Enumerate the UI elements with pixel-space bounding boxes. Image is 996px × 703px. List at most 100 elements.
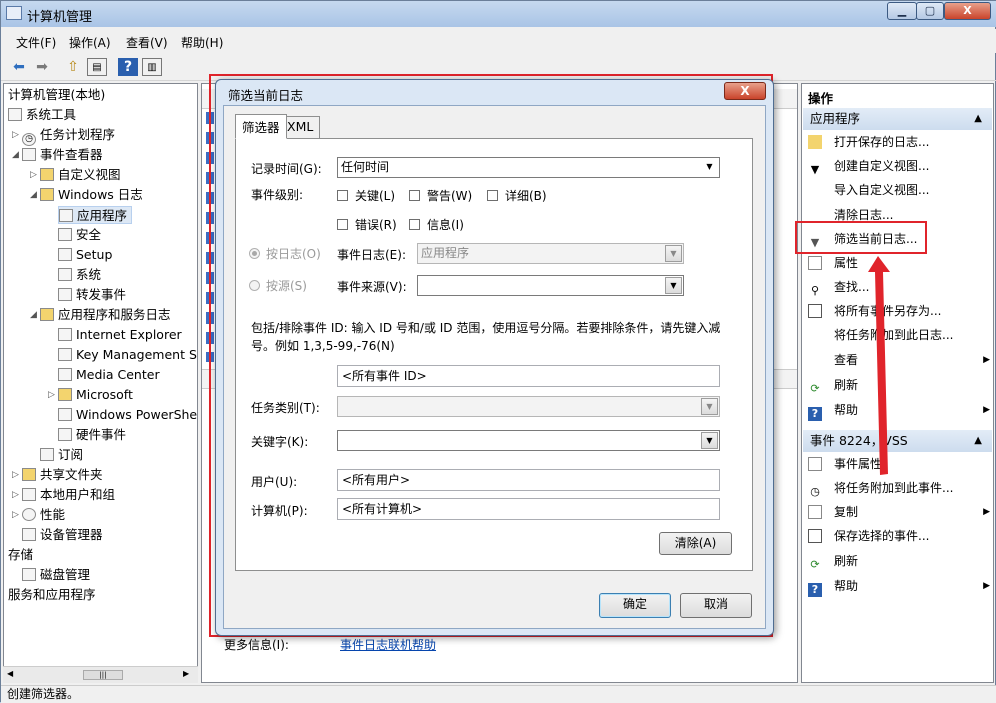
radio-by-source[interactable]: 按源(S) [249, 277, 307, 294]
up-folder-icon[interactable]: ⇧ [63, 58, 83, 76]
expand-icon[interactable]: ▷ [12, 470, 19, 480]
tree-item[interactable]: 服务和应用程序 [8, 586, 96, 604]
tree-item[interactable]: 转发事件 [58, 286, 126, 304]
tree-item[interactable]: Internet Explorer [58, 326, 182, 344]
back-icon[interactable]: ⬅ [9, 58, 29, 76]
tree-item[interactable]: 硬件事件 [58, 426, 126, 444]
log-icon [58, 328, 72, 341]
chevron-down-icon: ▼ [701, 432, 718, 449]
ok-button[interactable]: 确定 [599, 593, 671, 618]
tree-item[interactable]: 设备管理器 [22, 526, 103, 544]
annotation-arrow [868, 256, 890, 475]
logged-select[interactable]: 任何时间 ▼ [337, 157, 720, 178]
tree-item[interactable]: 磁盘管理 [22, 566, 90, 584]
tree-item[interactable]: 事件查看器 [22, 146, 103, 164]
action-import-custom-view[interactable]: 导入自定义视图... [808, 180, 929, 200]
tree-horizontal-scrollbar[interactable]: ◀ ||| ▶ [3, 666, 198, 683]
tree-item[interactable]: Setup [58, 246, 112, 264]
tree-item-selected[interactable]: 应用程序 [58, 206, 133, 224]
collapse-icon[interactable]: ◢ [30, 190, 37, 200]
tree-item[interactable]: 系统 [58, 266, 101, 284]
action-copy[interactable]: 复制 ▶ [808, 502, 990, 522]
action-attach-task-event[interactable]: ◷ 将任务附加到此事件... [808, 478, 953, 498]
tree-item[interactable]: 安全 [58, 226, 101, 244]
tree-item[interactable]: ◷ 任务计划程序 [22, 126, 115, 146]
collapse-icon[interactable]: ▲ [974, 108, 982, 130]
tree-item[interactable]: Media Center [58, 366, 160, 384]
expand-icon[interactable]: ▷ [12, 490, 19, 500]
menu-view[interactable]: 查看(V) [126, 34, 168, 51]
expand-icon[interactable]: ▷ [12, 510, 19, 520]
minimize-button[interactable]: ▁ [887, 2, 917, 20]
scroll-thumb[interactable]: ||| [83, 670, 123, 680]
expand-icon[interactable]: ▷ [12, 130, 19, 140]
tree-item[interactable]: 存储 [8, 546, 33, 564]
action-open-saved-log[interactable]: 打开保存的日志... [808, 132, 929, 152]
scroll-left-icon[interactable]: ◀ [7, 669, 13, 678]
tree-item[interactable]: 性能 [22, 506, 65, 524]
menu-help[interactable]: 帮助(H) [181, 34, 223, 51]
collapse-icon[interactable]: ▲ [974, 430, 982, 452]
tree-item[interactable]: 应用程序和服务日志 [40, 306, 171, 324]
tree-item[interactable]: Key Management Se [58, 346, 197, 364]
tree-item[interactable]: 本地用户和组 [22, 486, 115, 504]
tree-item[interactable]: 系统工具 [8, 106, 76, 124]
show-hide-tree-icon[interactable]: ▤ [87, 58, 107, 76]
close-window-button[interactable]: X [944, 2, 991, 20]
action-refresh-event[interactable]: ⟳ 刷新 [808, 551, 858, 571]
expand-icon[interactable]: ▷ [30, 170, 37, 180]
radio-by-log[interactable]: 按日志(O) [249, 245, 321, 262]
maximize-button[interactable]: ▢ [916, 2, 944, 20]
filter-log-dialog: 筛选当前日志 X 筛选器 XML 记录时间(G): 任何时间 ▼ 事件级别: 关键… [215, 79, 774, 636]
user-input[interactable]: <所有用户> [337, 469, 720, 491]
menu-file[interactable]: 文件(F) [16, 34, 56, 51]
keywords-select[interactable]: ▼ [337, 430, 720, 451]
save-icon [808, 529, 822, 543]
expand-icon[interactable]: ▷ [48, 390, 55, 400]
action-refresh[interactable]: ⟳ 刷新 [808, 375, 858, 395]
checkbox-critical[interactable]: 关键(L) [337, 187, 395, 204]
clear-button[interactable]: 清除(A) [659, 532, 732, 555]
log-icon [58, 288, 72, 301]
tree-item[interactable]: Windows PowerShel [58, 406, 197, 424]
action-create-custom-view[interactable]: ▼ 创建自定义视图... [808, 156, 930, 176]
action-help-event[interactable]: ? 帮助 ▶ [808, 576, 990, 597]
computer-input[interactable]: <所有计算机> [337, 498, 720, 520]
actions-section-application[interactable]: 应用程序 ▲ [803, 108, 992, 130]
event-logs-select[interactable]: 应用程序 ▼ [417, 243, 684, 264]
menu-action[interactable]: 操作(A) [69, 34, 111, 51]
log-icon [58, 428, 72, 441]
cancel-button[interactable]: 取消 [680, 593, 752, 618]
user-label: 用户(U): [251, 475, 298, 489]
show-hide-action-pane-icon[interactable]: ▥ [142, 58, 162, 76]
submenu-arrow-icon: ▶ [983, 507, 990, 517]
submenu-arrow-icon: ▶ [983, 581, 990, 591]
collapse-icon[interactable]: ◢ [30, 310, 37, 320]
checkbox-error[interactable]: 错误(R) [337, 216, 397, 233]
help-icon[interactable]: ? [118, 58, 138, 76]
checkbox-information[interactable]: 信息(I) [409, 216, 464, 233]
tree-item[interactable]: Microsoft [58, 386, 133, 404]
action-properties[interactable]: 属性 [808, 253, 858, 273]
dialog-close-button[interactable]: X [724, 82, 766, 100]
event-ids-input[interactable]: <所有事件 ID> [337, 365, 720, 387]
tab-filter[interactable]: 筛选器 [235, 114, 287, 139]
tree-item[interactable]: 订阅 [40, 446, 83, 464]
log-icon [59, 209, 73, 222]
tree-item[interactable]: Windows 日志 [40, 186, 143, 204]
scroll-right-icon[interactable]: ▶ [183, 669, 189, 678]
device-manager-icon [22, 528, 36, 541]
tree-item[interactable]: 共享文件夹 [22, 466, 103, 484]
checkbox-verbose[interactable]: 详细(B) [487, 187, 547, 204]
tree-item[interactable]: 计算机管理(本地) [8, 86, 105, 104]
tree-item[interactable]: 自定义视图 [40, 166, 121, 184]
action-save-selected[interactable]: 保存选择的事件... [808, 526, 929, 546]
online-help-link[interactable]: 事件日志联机帮助 [340, 636, 436, 653]
event-source-select[interactable]: ▼ [417, 275, 684, 296]
task-category-select[interactable]: ▼ [337, 396, 720, 417]
forward-icon[interactable]: ➡ [32, 58, 52, 76]
collapse-icon[interactable]: ◢ [12, 150, 19, 160]
checkbox-warning[interactable]: 警告(W) [409, 187, 472, 204]
menu-bar: 文件(F) 操作(A) 查看(V) 帮助(H) [1, 29, 996, 53]
computer-label: 计算机(P): [251, 504, 308, 518]
